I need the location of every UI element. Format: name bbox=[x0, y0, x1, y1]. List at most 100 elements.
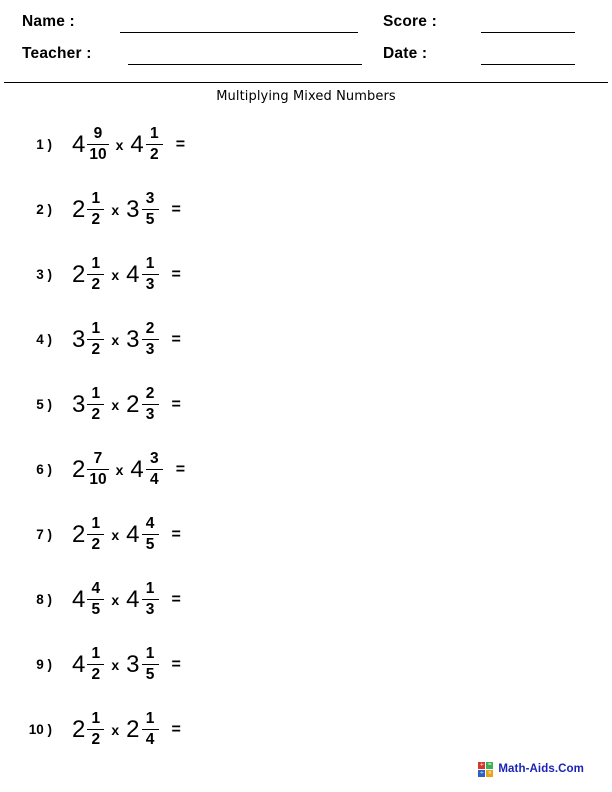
problem-expression: 2 1 2 x 3 3 5 = bbox=[72, 190, 381, 228]
problem-number: 6 ) bbox=[36, 461, 52, 477]
problem-expression: 2 1 2 x 4 1 3 = bbox=[72, 255, 381, 293]
problem-expression: 4 1 2 x 3 1 5 = bbox=[72, 645, 381, 683]
logo-tile-plus: + bbox=[478, 761, 486, 769]
problem-number: 3 ) bbox=[36, 266, 52, 282]
header-divider bbox=[4, 82, 608, 83]
fraction-bar bbox=[87, 209, 105, 210]
worksheet-header: Name : Teacher : Score : Date : bbox=[0, 0, 612, 82]
fraction-bar bbox=[145, 144, 163, 145]
multiply-operator: x bbox=[115, 461, 124, 478]
fraction-bar bbox=[87, 729, 105, 730]
answer-space[interactable] bbox=[181, 518, 381, 552]
fraction-numerator: 1 bbox=[145, 255, 155, 273]
fraction-numerator: 1 bbox=[91, 710, 101, 728]
fraction-bar bbox=[141, 534, 159, 535]
fraction-numerator: 1 bbox=[145, 580, 155, 598]
problem-expression: 2 7 10 x 4 3 4 = bbox=[72, 450, 385, 488]
whole-part: 2 bbox=[126, 715, 140, 743]
problem-row: 3 ) 2 1 2 x 4 1 3 = bbox=[0, 242, 612, 307]
fraction-numerator: 1 bbox=[91, 645, 101, 663]
equals-operator: = bbox=[171, 330, 181, 348]
multiply-operator: x bbox=[111, 526, 120, 543]
whole-part: 4 bbox=[72, 130, 86, 158]
fraction-denominator: 2 bbox=[91, 405, 101, 423]
fraction: 12 bbox=[87, 710, 105, 748]
mixed-number-b: 412 bbox=[130, 125, 163, 163]
fraction-denominator: 2 bbox=[91, 210, 101, 228]
teacher-input-line[interactable] bbox=[128, 64, 362, 65]
date-label: Date : bbox=[383, 45, 428, 62]
multiply-operator: x bbox=[111, 201, 120, 218]
multiply-operator: x bbox=[115, 136, 124, 153]
fraction-bar bbox=[87, 274, 105, 275]
fraction: 12 bbox=[87, 515, 105, 553]
fraction-denominator: 3 bbox=[145, 405, 155, 423]
date-input-line[interactable] bbox=[481, 64, 575, 65]
fraction: 13 bbox=[141, 255, 159, 293]
answer-space[interactable] bbox=[181, 323, 381, 357]
fraction-denominator: 2 bbox=[91, 275, 101, 293]
mixed-number-a: 212 bbox=[72, 710, 105, 748]
fraction-denominator: 2 bbox=[91, 340, 101, 358]
equals-operator: = bbox=[171, 395, 181, 413]
problem-expression: 2 1 2 x 4 4 5 = bbox=[72, 515, 381, 553]
mixed-number-b: 413 bbox=[126, 580, 159, 618]
mixed-number-b: 323 bbox=[126, 320, 159, 358]
problem-expression: 2 1 2 x 2 1 4 = bbox=[72, 710, 381, 748]
answer-space[interactable] bbox=[185, 128, 385, 162]
whole-part: 2 bbox=[72, 520, 86, 548]
fraction: 45 bbox=[141, 515, 159, 553]
whole-part: 3 bbox=[126, 325, 140, 353]
fraction-bar bbox=[141, 274, 159, 275]
name-input-line[interactable] bbox=[120, 32, 358, 33]
answer-space[interactable] bbox=[181, 648, 381, 682]
answer-space[interactable] bbox=[181, 713, 381, 747]
whole-part: 2 bbox=[126, 390, 140, 418]
score-input-line[interactable] bbox=[481, 32, 575, 33]
fraction: 9 10 bbox=[87, 125, 109, 163]
fraction-numerator: 4 bbox=[145, 515, 155, 533]
fraction-numerator: 3 bbox=[149, 450, 159, 468]
problem-number: 4 ) bbox=[36, 331, 52, 347]
mixed-number-b: 223 bbox=[126, 385, 159, 423]
logo-tile-equals: = bbox=[486, 761, 494, 769]
fraction-denominator: 10 bbox=[89, 145, 107, 163]
fraction-bar bbox=[87, 469, 109, 470]
whole-part: 4 bbox=[72, 585, 86, 613]
fraction: 15 bbox=[141, 645, 159, 683]
equals-operator: = bbox=[171, 590, 181, 608]
problem-row: 5 ) 3 1 2 x 2 2 3 = bbox=[0, 372, 612, 437]
fraction-bar bbox=[141, 404, 159, 405]
whole-part: 4 bbox=[130, 455, 144, 483]
fraction-denominator: 2 bbox=[149, 145, 159, 163]
problem-number: 9 ) bbox=[36, 656, 52, 672]
fraction: 45 bbox=[87, 580, 105, 618]
fraction: 35 bbox=[141, 190, 159, 228]
fraction-numerator: 1 bbox=[91, 515, 101, 533]
fraction-bar bbox=[87, 534, 105, 535]
whole-part: 3 bbox=[72, 390, 86, 418]
mixed-number-a: 412 bbox=[72, 645, 105, 683]
multiply-operator: x bbox=[111, 591, 120, 608]
fraction-bar bbox=[87, 339, 105, 340]
answer-space[interactable] bbox=[181, 583, 381, 617]
answer-space[interactable] bbox=[181, 388, 381, 422]
fraction: 12 bbox=[87, 385, 105, 423]
whole-part: 2 bbox=[72, 260, 86, 288]
whole-part: 2 bbox=[72, 455, 86, 483]
whole-part: 2 bbox=[72, 715, 86, 743]
problem-row: 6 ) 2 7 10 x 4 3 4 = bbox=[0, 437, 612, 502]
fraction-denominator: 5 bbox=[91, 600, 101, 618]
whole-part: 3 bbox=[126, 650, 140, 678]
problem-expression: 3 1 2 x 3 2 3 = bbox=[72, 320, 381, 358]
fraction-denominator: 3 bbox=[145, 275, 155, 293]
fraction-numerator: 1 bbox=[91, 190, 101, 208]
whole-part: 4 bbox=[72, 650, 86, 678]
answer-space[interactable] bbox=[181, 193, 381, 227]
math-aids-brand-text[interactable]: Math-Aids.Com bbox=[498, 763, 584, 775]
fraction-numerator: 2 bbox=[145, 385, 155, 403]
problem-row: 10 ) 2 1 2 x 2 1 4 = bbox=[0, 697, 612, 762]
answer-space[interactable] bbox=[181, 258, 381, 292]
answer-space[interactable] bbox=[185, 453, 385, 487]
math-aids-logo-icon: + = ÷ × bbox=[478, 761, 494, 777]
